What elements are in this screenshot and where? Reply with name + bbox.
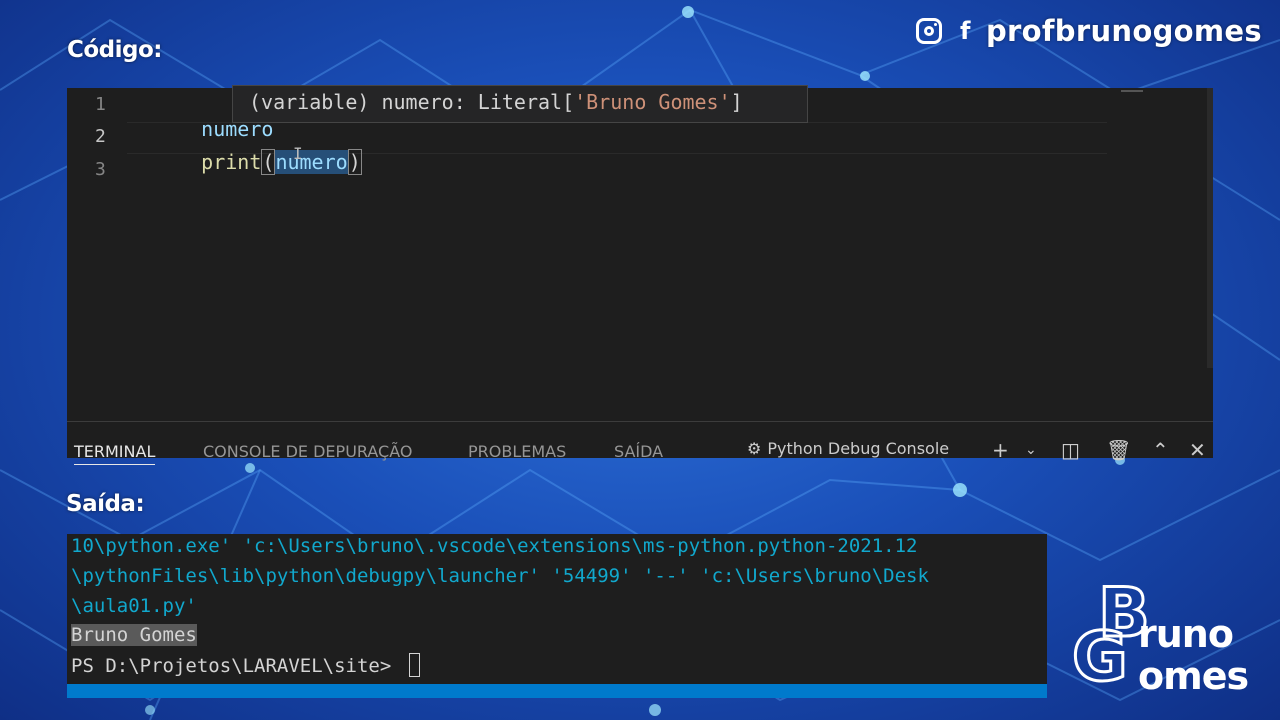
logo-word-1: runo — [1138, 612, 1234, 656]
split-icon[interactable]: ◫ — [1061, 438, 1080, 462]
terminal-prompt[interactable]: PS D:\Projetos\LARAVEL\site> — [71, 653, 420, 677]
logo-word-2: omes — [1138, 654, 1249, 698]
facebook-icon: f — [960, 17, 971, 45]
line-number: 2 — [95, 126, 106, 147]
program-output: Bruno Gomes — [71, 624, 197, 646]
social-handle-text: profbrunogomes — [986, 14, 1262, 48]
close-icon[interactable]: ✕ — [1189, 438, 1206, 462]
argument-token[interactable]: numero — [275, 150, 348, 174]
editor-scrollbar[interactable] — [1207, 88, 1213, 368]
minimap[interactable] — [1121, 90, 1143, 92]
bug-icon: ⚙ — [747, 439, 762, 458]
code-line-2[interactable]: print(numero) — [153, 126, 362, 198]
chevron-down-icon[interactable]: ⌄ — [1025, 442, 1037, 458]
plus-icon[interactable]: + — [992, 438, 1009, 462]
hover-tooltip: (variable) numero: Literal['Bruno Gomes'… — [232, 85, 808, 123]
trash-icon[interactable]: 🗑 — [1106, 438, 1131, 462]
line-number: 1 — [95, 94, 106, 115]
close-paren: ) — [347, 149, 362, 175]
terminal-line: \pythonFiles\lib\python\debugpy\launcher… — [71, 565, 929, 587]
prompt-text: PS D:\Projetos\LARAVEL\site> — [71, 655, 403, 677]
terminal-selector[interactable]: ⚙ Python Debug Console — [747, 439, 949, 458]
code-editor[interactable]: 1 2 3 numero print(numero) (variable) nu… — [67, 85, 1213, 422]
tab-problems[interactable]: PROBLEMAS — [468, 442, 566, 461]
instagram-icon — [916, 18, 942, 44]
line-number: 3 — [95, 159, 106, 180]
hover-type-text: (variable) numero: Literal[ — [249, 90, 575, 114]
text-cursor-icon: I — [293, 144, 303, 163]
terminal-line: 10\python.exe' 'c:\Users\bruno\.vscode\e… — [71, 535, 918, 557]
code-section-label: Código: — [67, 37, 163, 63]
brand-logo: B G runo omes — [1071, 573, 1262, 702]
tab-debug-console[interactable]: CONSOLE DE DEPURAÇÃO — [203, 442, 412, 461]
hover-suffix: ] — [730, 90, 743, 114]
output-section-label: Saída: — [66, 491, 145, 517]
open-paren: ( — [261, 149, 276, 175]
logo-letter-g: G — [1071, 617, 1130, 699]
chevron-up-icon[interactable]: ⌃ — [1152, 438, 1169, 462]
tab-output[interactable]: SAÍDA — [614, 442, 663, 461]
panel-tab-bar: TERMINAL CONSOLE DE DEPURAÇÃO PROBLEMAS … — [67, 421, 1213, 465]
tab-terminal[interactable]: TERMINAL — [74, 442, 156, 465]
terminal-output[interactable]: 10\python.exe' 'c:\Users\bruno\.vscode\e… — [67, 534, 1047, 684]
function-token[interactable]: print — [201, 150, 261, 174]
terminal-line: \aula01.py' — [71, 595, 197, 617]
hover-string-literal: 'Bruno Gomes' — [574, 90, 731, 114]
terminal-cursor — [408, 653, 420, 677]
output-text: Bruno Gomes — [71, 624, 197, 646]
status-bar — [67, 684, 1047, 698]
terminal-selector-label: Python Debug Console — [767, 439, 950, 458]
social-handle: f profbrunogomes — [916, 14, 1262, 48]
